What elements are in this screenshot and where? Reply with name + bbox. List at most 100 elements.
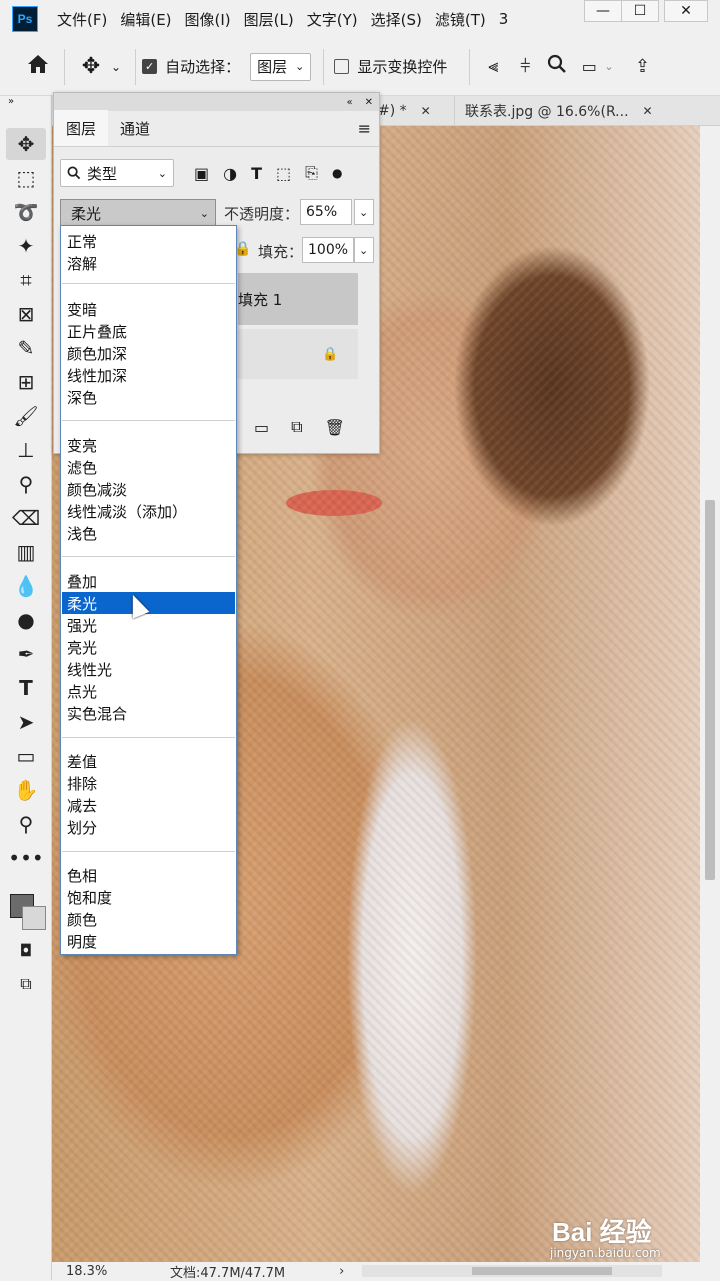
gradient-tool[interactable]: ▥ bbox=[6, 536, 46, 568]
blend-mode-option[interactable]: 线性光 bbox=[62, 658, 235, 680]
eraser-tool[interactable]: ⌫ bbox=[6, 502, 46, 534]
blend-mode-option[interactable]: 颜色 bbox=[62, 908, 235, 930]
healing-tool[interactable]: ⊞ bbox=[6, 366, 46, 398]
filter-toggle-icon[interactable]: ● bbox=[332, 166, 342, 180]
blend-mode-option[interactable]: 滤色 bbox=[62, 456, 235, 478]
blend-mode-option[interactable]: 变暗 bbox=[62, 298, 235, 320]
menu-type[interactable]: 文字(Y) bbox=[302, 9, 363, 30]
layer-row-background[interactable]: 🔒 bbox=[238, 329, 358, 379]
menu-select[interactable]: 选择(S) bbox=[366, 9, 427, 30]
close-panel-icon[interactable]: ✕ bbox=[365, 97, 373, 108]
smart-object-filter-icon[interactable]: ⎘ bbox=[305, 163, 318, 183]
horizontal-scrollbar[interactable] bbox=[362, 1265, 663, 1277]
type-filter-icon[interactable]: T bbox=[251, 164, 262, 183]
marquee-tool[interactable]: ⬚ bbox=[6, 162, 46, 194]
blend-mode-option[interactable]: 差值 bbox=[62, 750, 235, 772]
blend-mode-option[interactable]: 颜色加深 bbox=[62, 342, 235, 364]
opacity-input[interactable]: 65% bbox=[300, 199, 352, 225]
chevron-down-icon[interactable]: ⌄ bbox=[111, 60, 121, 74]
blend-mode-option[interactable]: 点光 bbox=[62, 680, 235, 702]
blend-mode-option[interactable]: 实色混合 bbox=[62, 702, 235, 724]
collapse-panel-icon[interactable]: « bbox=[346, 97, 352, 108]
blend-mode-option[interactable]: 线性加深 bbox=[62, 364, 235, 386]
scrollbar-thumb[interactable] bbox=[705, 500, 715, 880]
blend-mode-option[interactable]: 排除 bbox=[62, 772, 235, 794]
align-center-icon[interactable]: ⫩ bbox=[510, 56, 540, 77]
blend-mode-option[interactable]: 线性减淡（添加） bbox=[62, 500, 235, 522]
menu-overflow[interactable]: 3 bbox=[494, 10, 514, 28]
blend-mode-option[interactable]: 强光 bbox=[62, 614, 235, 636]
doc-tab-1[interactable]: #) * ✕ bbox=[378, 96, 431, 126]
zoom-level[interactable]: 18.3% bbox=[66, 1264, 154, 1279]
dodge-tool[interactable]: ● bbox=[6, 604, 46, 636]
workspace-icon[interactable]: ▭ bbox=[574, 57, 604, 76]
panel-menu-icon[interactable]: ≡ bbox=[358, 119, 371, 138]
blend-mode-option[interactable]: 正常 bbox=[62, 230, 235, 252]
blend-mode-option[interactable]: 变亮 bbox=[62, 434, 235, 456]
color-swatches[interactable] bbox=[6, 876, 46, 932]
maximize-button[interactable]: ☐ bbox=[621, 0, 659, 22]
pixel-filter-icon[interactable]: ▣ bbox=[194, 164, 209, 183]
menu-file[interactable]: 文件(F) bbox=[52, 9, 112, 30]
close-icon[interactable]: ✕ bbox=[643, 104, 653, 118]
minimize-button[interactable]: — bbox=[584, 0, 622, 22]
stamp-tool[interactable]: ⊥ bbox=[6, 434, 46, 466]
menu-image[interactable]: 图像(I) bbox=[180, 9, 236, 30]
doc-tab-2[interactable]: 联系表.jpg @ 16.6%(R... ✕ bbox=[454, 96, 653, 126]
magic-wand-tool[interactable]: ✦ bbox=[6, 230, 46, 262]
close-icon[interactable]: ✕ bbox=[421, 104, 431, 118]
type-tool[interactable]: T bbox=[6, 672, 46, 704]
menu-layer[interactable]: 图层(L) bbox=[239, 9, 299, 30]
pen-tool[interactable]: ✒ bbox=[6, 638, 46, 670]
new-group-icon[interactable]: ▭ bbox=[254, 418, 269, 437]
menu-filter[interactable]: 滤镜(T) bbox=[430, 9, 491, 30]
rectangle-tool[interactable]: ▭ bbox=[6, 740, 46, 772]
quick-mask-icon[interactable]: ◘ bbox=[6, 934, 46, 966]
frame-tool[interactable]: ⊠ bbox=[6, 298, 46, 330]
lasso-tool[interactable]: ➰ bbox=[6, 196, 46, 228]
blend-mode-option[interactable]: 浅色 bbox=[62, 522, 235, 544]
search-icon[interactable] bbox=[540, 54, 574, 80]
auto-select-checkbox[interactable]: ✓ bbox=[142, 59, 158, 74]
layer-filter-dropdown[interactable]: 类型 ⌄ bbox=[60, 159, 174, 187]
tab-channels[interactable]: 通道 bbox=[108, 110, 162, 146]
blend-mode-option[interactable]: 叠加 bbox=[62, 570, 235, 592]
new-layer-icon[interactable]: ⧉ bbox=[291, 417, 302, 437]
blend-mode-option[interactable]: 划分 bbox=[62, 816, 235, 838]
chevron-down-icon[interactable]: ⌄ bbox=[604, 60, 613, 73]
screen-mode-icon[interactable]: ⧉ bbox=[6, 968, 46, 1000]
blend-mode-option[interactable]: 深色 bbox=[62, 386, 235, 408]
move-tool[interactable]: ✥ bbox=[6, 128, 46, 160]
crop-tool[interactable]: ⌗ bbox=[6, 264, 46, 296]
blend-mode-option[interactable]: 正片叠底 bbox=[62, 320, 235, 342]
move-tool-icon[interactable]: ✥ bbox=[71, 54, 111, 79]
share-icon[interactable]: ⇪ bbox=[628, 56, 658, 77]
path-selection-tool[interactable]: ➤ bbox=[6, 706, 46, 738]
menu-edit[interactable]: 编辑(E) bbox=[115, 9, 176, 30]
brush-tool[interactable]: 🖌 bbox=[6, 400, 46, 432]
close-window-button[interactable]: ✕ bbox=[664, 0, 708, 22]
opacity-dropdown[interactable]: ⌄ bbox=[354, 199, 374, 225]
history-brush-tool[interactable]: ⚲ bbox=[6, 468, 46, 500]
background-color[interactable] bbox=[22, 906, 46, 930]
tab-layers[interactable]: 图层 bbox=[54, 110, 109, 146]
status-menu-arrow[interactable]: › bbox=[339, 1264, 344, 1279]
blur-tool[interactable]: 💧 bbox=[6, 570, 46, 602]
blend-mode-option[interactable]: 明度 bbox=[62, 930, 235, 952]
horizontal-scrollbar-thumb[interactable] bbox=[472, 1267, 613, 1275]
collapse-icon[interactable]: » bbox=[8, 96, 51, 110]
blend-mode-option[interactable]: 减去 bbox=[62, 794, 235, 816]
adjustment-filter-icon[interactable]: ◑ bbox=[223, 164, 237, 183]
align-left-icon[interactable]: ⫷ bbox=[476, 56, 510, 77]
blend-mode-select[interactable]: 柔光 ⌄ bbox=[60, 199, 216, 227]
zoom-tool[interactable]: ⚲ bbox=[6, 808, 46, 840]
eyedropper-tool[interactable]: ✎ bbox=[6, 332, 46, 364]
delete-layer-icon[interactable]: 🗑 bbox=[325, 418, 345, 437]
auto-select-dropdown[interactable]: 图层 ⌄ bbox=[250, 52, 312, 81]
hand-tool[interactable]: ✋ bbox=[6, 774, 46, 806]
blend-mode-option[interactable]: 溶解 bbox=[62, 252, 235, 274]
fill-input[interactable]: 100% bbox=[302, 237, 354, 263]
blend-mode-option[interactable]: 亮光 bbox=[62, 636, 235, 658]
shape-filter-icon[interactable]: ⬚ bbox=[276, 164, 291, 183]
home-icon[interactable] bbox=[18, 53, 58, 81]
